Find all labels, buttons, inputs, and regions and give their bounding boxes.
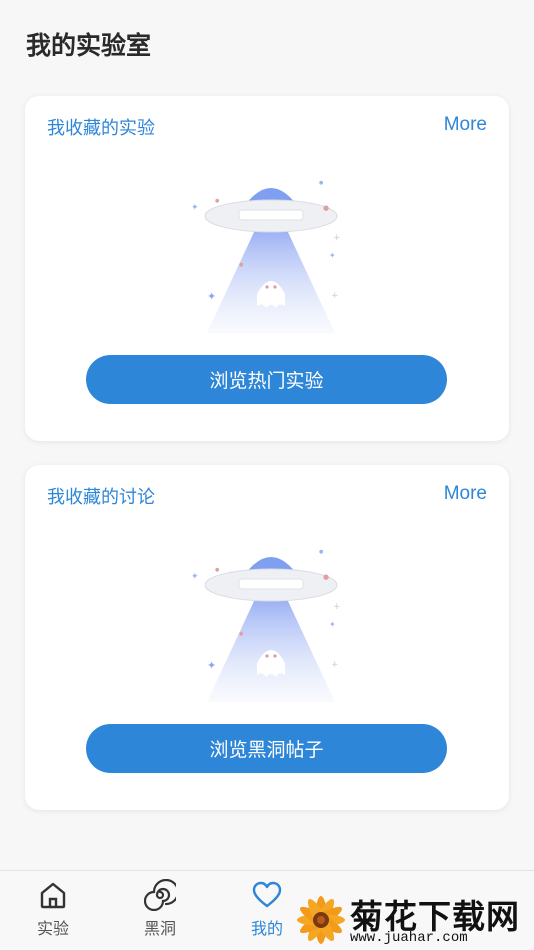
svg-text:+: +: [333, 233, 341, 243]
svg-text:✦: ✦: [329, 620, 336, 629]
svg-text:✦: ✦: [329, 251, 336, 260]
browse-blackhole-posts-button[interactable]: 浏览黑洞帖子: [86, 724, 447, 773]
page-title: 我的实验室: [26, 31, 152, 60]
svg-text:●: ●: [323, 573, 329, 581]
svg-text:+: +: [331, 291, 339, 301]
svg-text:+: +: [331, 660, 339, 670]
more-link[interactable]: More: [444, 114, 487, 136]
card-title: 我收藏的实验: [47, 118, 155, 139]
svg-text:●: ●: [215, 198, 220, 204]
browse-hot-experiments-button[interactable]: 浏览热门实验: [86, 355, 447, 404]
watermark-url: www.juahar.com: [350, 930, 468, 946]
svg-text:●: ●: [239, 262, 244, 268]
svg-text:✦: ✦: [191, 572, 199, 582]
heart-icon: [252, 881, 282, 908]
svg-text:●: ●: [239, 631, 244, 637]
tab-label: 黑洞: [143, 919, 176, 938]
svg-text:✦: ✦: [207, 290, 216, 303]
svg-text:✦: ✦: [207, 659, 216, 672]
chrysanthemum-logo: [297, 896, 345, 944]
spiral-icon: [144, 879, 176, 911]
favorite-discussions-card: 我收藏的讨论 More ✦ ✦ ● + + ● ● ● ✦ 浏览黑洞帖子: [25, 465, 509, 810]
tab-label: 实验: [36, 919, 69, 938]
favorite-experiments-card: 我收藏的实验 More ✦ ✦ ● + + ● ● ● ✦ 浏览热门实验: [25, 96, 509, 441]
card-title: 我收藏的讨论: [47, 487, 155, 508]
svg-text:●: ●: [215, 567, 220, 573]
svg-text:✦: ✦: [191, 203, 199, 213]
ufo-empty-illustration: ✦ ✦ ● + + ● ● ● ✦: [191, 549, 341, 702]
tab-blackhole[interactable]: 黑洞: [107, 879, 213, 943]
home-icon: [40, 882, 66, 909]
svg-text:●: ●: [319, 549, 324, 555]
tab-label: 我的: [250, 919, 283, 938]
watermark: 菊花下载网 www.juahar.com: [292, 886, 534, 950]
tab-experiments[interactable]: 实验: [0, 879, 106, 943]
ufo-empty-illustration: ✦ ✦ ● + + ● ● ● ✦: [191, 180, 341, 333]
svg-text:+: +: [333, 602, 341, 612]
svg-text:●: ●: [323, 204, 329, 212]
svg-text:●: ●: [319, 180, 324, 186]
more-link[interactable]: More: [444, 483, 487, 505]
